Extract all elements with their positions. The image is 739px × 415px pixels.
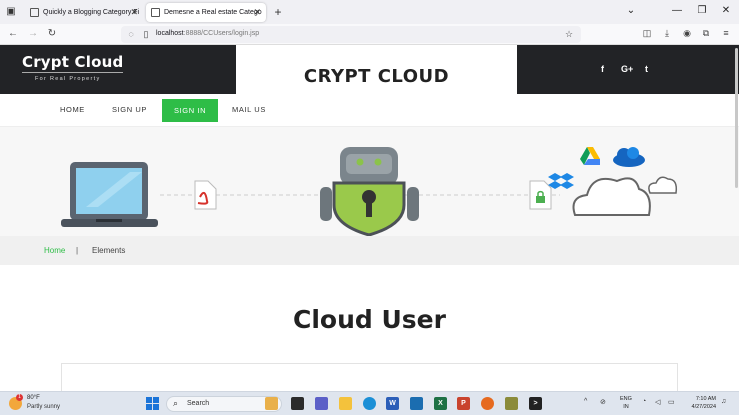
teams-icon[interactable] — [315, 397, 328, 410]
tab-overview-icon[interactable]: ▣ — [5, 6, 17, 18]
weather-condition[interactable]: Partly sunny — [27, 404, 60, 410]
login-form-panel — [61, 363, 678, 391]
widgets-icon[interactable] — [265, 397, 278, 410]
tab-favicon-icon — [30, 8, 39, 17]
shield-icon[interactable]: ◌ — [125, 29, 137, 39]
tab-blogging[interactable]: Quickly a Blogging Category Fi ✕ — [25, 3, 143, 22]
start-windows-icon[interactable] — [146, 397, 159, 410]
terminal-icon[interactable]: > — [529, 397, 542, 410]
breadcrumb-home-link[interactable]: Home — [44, 246, 65, 255]
back-icon[interactable]: ← — [6, 27, 20, 41]
locked-file-icon — [529, 180, 552, 210]
language-indicator[interactable]: ENG IN — [620, 395, 632, 411]
breadcrumb-separator: | — [76, 246, 79, 255]
battery-icon[interactable]: ▭ — [668, 398, 675, 406]
notification-bell-icon[interactable]: ♫ — [721, 398, 726, 405]
wifi-icon[interactable]: ◔ — [642, 398, 646, 405]
header-social-panel: f G+ t — [517, 45, 739, 94]
firefox-icon[interactable] — [481, 397, 494, 410]
downloads-icon[interactable]: ⤓ — [661, 28, 673, 39]
account-icon[interactable]: ◉ — [681, 28, 693, 39]
powerpoint-icon[interactable]: P — [457, 397, 470, 410]
close-tab-icon[interactable]: ✕ — [253, 3, 261, 22]
word-icon[interactable]: W — [386, 397, 399, 410]
google-drive-icon — [580, 147, 600, 165]
volume-icon[interactable]: ◁ — [655, 398, 660, 406]
pocket-icon[interactable]: ◫ — [641, 28, 653, 39]
cloud-icon — [572, 176, 678, 216]
tab-real-estate[interactable]: Demesne a Real estate Catego ✕ — [146, 3, 266, 22]
app-icon[interactable] — [505, 397, 518, 410]
hero-illustration — [61, 147, 678, 236]
menu-sign-in[interactable]: SIGN IN — [162, 99, 219, 122]
url-text[interactable]: localhost:8888/CCUsers/login.jsp — [156, 30, 259, 37]
header-brand-panel: Crypt Cloud For Real Property — [0, 45, 236, 94]
task-view-icon[interactable] — [291, 397, 304, 410]
dropbox-icon — [548, 173, 574, 189]
menu-mail-us[interactable]: MAIL US — [232, 105, 266, 114]
brand-logo[interactable]: Crypt Cloud — [22, 53, 123, 71]
brand-divider — [22, 72, 123, 73]
new-tab-button[interactable]: + — [272, 6, 284, 18]
forward-icon[interactable]: → — [26, 27, 40, 41]
notification-badge: 1 — [16, 394, 23, 401]
bookmark-star-icon[interactable]: ☆ — [563, 29, 575, 40]
minimize-icon[interactable]: — — [670, 5, 684, 16]
page-heading: Cloud User — [293, 305, 446, 334]
file-explorer-icon[interactable] — [339, 397, 352, 410]
onedrive-icon — [613, 147, 645, 167]
extensions-icon[interactable]: ⧉ — [700, 28, 712, 39]
laptop-icon — [61, 162, 158, 227]
close-window-icon[interactable]: ✕ — [719, 5, 733, 16]
brand-tagline: For Real Property — [35, 76, 101, 82]
restore-icon[interactable]: ❐ — [695, 5, 709, 16]
hero-banner — [0, 127, 739, 236]
windows-taskbar: 1 80°F Partly sunny ⌕ Search W X P > ^ ⊘… — [0, 391, 739, 415]
breadcrumb-current: Elements — [92, 246, 126, 255]
menu-icon[interactable]: ≡ — [720, 28, 732, 38]
facebook-icon[interactable]: f — [601, 64, 604, 74]
breadcrumb: Home | Elements — [0, 236, 739, 265]
browser-toolbar: ← → ↻ ◌ ▯ localhost:8888/CCUsers/login.j… — [0, 24, 739, 45]
system-clock[interactable]: 7:10 AM 4/27/2024 — [684, 395, 716, 411]
browser-tab-bar: ▣ Quickly a Blogging Category Fi ✕ Demes… — [0, 0, 739, 24]
google-plus-icon[interactable]: G+ — [621, 64, 633, 74]
page-icon[interactable]: ▯ — [140, 29, 152, 40]
network-off-icon[interactable]: ⊘ — [600, 398, 606, 406]
tab-list-icon[interactable]: ⌄ — [624, 5, 638, 16]
weather-temperature[interactable]: 80°F — [27, 395, 40, 401]
twitter-icon[interactable]: t — [645, 64, 648, 74]
tab-favicon-icon — [151, 8, 160, 17]
store-icon[interactable] — [410, 397, 423, 410]
site-title: CRYPT CLOUD — [303, 66, 450, 87]
robot-lock-icon — [320, 147, 419, 236]
reload-icon[interactable]: ↻ — [45, 27, 59, 41]
address-bar[interactable]: ◌ ▯ localhost:8888/CCUsers/login.jsp ☆ — [121, 26, 581, 43]
excel-icon[interactable]: X — [434, 397, 447, 410]
main-menu: HOME SIGN UP SIGN IN MAIL US — [0, 94, 739, 127]
menu-sign-up[interactable]: SIGN UP — [112, 105, 147, 114]
tray-chevron-icon[interactable]: ^ — [584, 398, 587, 405]
page-scrollbar[interactable] — [735, 48, 738, 188]
search-placeholder: Search — [187, 400, 210, 407]
pdf-file-icon — [194, 180, 217, 210]
close-tab-icon[interactable]: ✕ — [130, 3, 138, 22]
menu-home[interactable]: HOME — [60, 105, 85, 114]
edge-icon[interactable] — [363, 397, 376, 410]
search-icon: ⌕ — [173, 398, 179, 408]
header-title-panel: CRYPT CLOUD — [236, 45, 517, 94]
